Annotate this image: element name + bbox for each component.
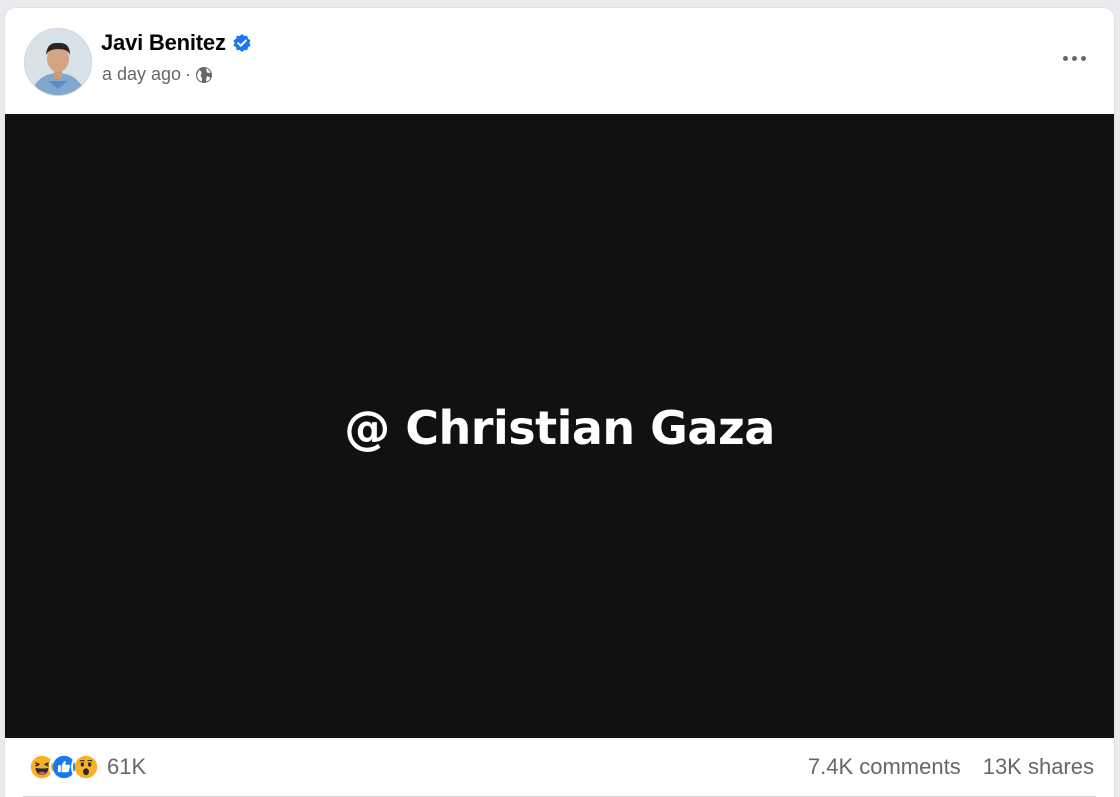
post-header: Javi Benitez a day ago · xyxy=(5,8,1114,114)
engagement-stats: 7.4K comments 13K shares xyxy=(808,754,1094,780)
author-name[interactable]: Javi Benitez xyxy=(101,30,226,56)
media-text: @ Christian Gaza xyxy=(344,401,775,455)
comments-count-link[interactable]: 7.4K comments xyxy=(808,754,961,780)
verified-badge-icon xyxy=(232,33,252,53)
post-stats-bar: 61K 7.4K comments 13K shares xyxy=(5,738,1114,797)
post-media[interactable]: @ Christian Gaza xyxy=(5,114,1114,738)
post-card: Javi Benitez a day ago · @ Christian Gaz… xyxy=(5,8,1114,797)
avatar[interactable] xyxy=(24,28,92,96)
reaction-count: 61K xyxy=(107,754,147,779)
more-options-icon[interactable] xyxy=(1056,44,1092,72)
reactions-summary[interactable]: 61K xyxy=(27,752,146,782)
post-meta: a day ago · xyxy=(102,64,214,85)
author-row: Javi Benitez xyxy=(101,30,252,56)
post-timestamp[interactable]: a day ago xyxy=(102,64,181,85)
meta-separator: · xyxy=(185,64,192,84)
globe-icon[interactable] xyxy=(194,65,214,85)
avatar-image xyxy=(25,29,91,95)
wow-icon xyxy=(71,752,101,782)
shares-count-link[interactable]: 13K shares xyxy=(983,754,1094,780)
